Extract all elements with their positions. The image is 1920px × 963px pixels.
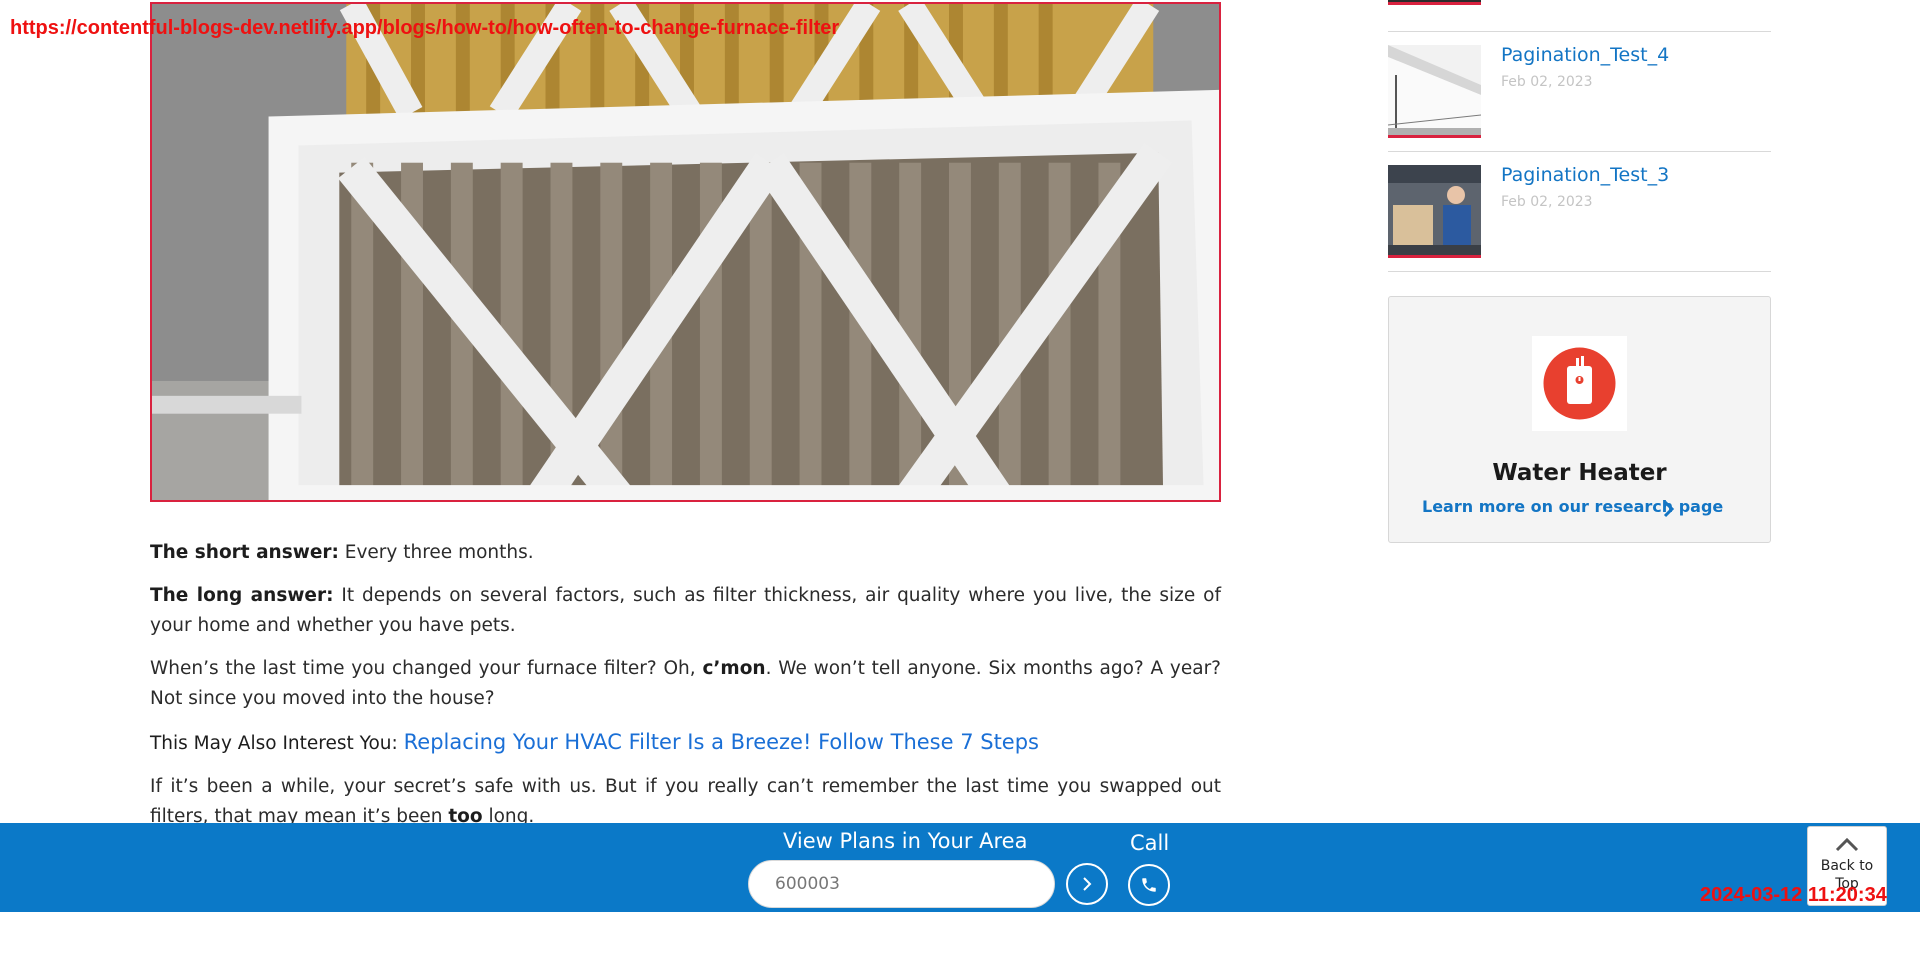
water-heater-icon [1532, 336, 1627, 431]
recent-post-item[interactable]: Pagination_Test_3 Feb 02, 2023 [1388, 152, 1771, 272]
promo-title: Water Heater [1492, 460, 1667, 486]
view-plans-heading: View Plans in Your Area [783, 829, 1028, 853]
url-overlay: https://contentful-blogs-dev.netlify.app… [10, 17, 840, 39]
recent-post-item[interactable] [1388, 0, 1771, 32]
submit-zip-button[interactable] [1066, 863, 1108, 905]
long-answer-paragraph: The long answer: It depends on several f… [150, 581, 1221, 641]
related-article-link[interactable]: Replacing Your HVAC Filter Is a Breeze! … [404, 730, 1039, 754]
recent-post-title[interactable]: Pagination_Test_4 [1501, 44, 1669, 66]
view-plans-bar: View Plans in Your Area Call [0, 823, 1920, 912]
zip-code-input[interactable] [748, 860, 1055, 908]
hero-image-furnace-filters [150, 2, 1221, 502]
chevron-up-icon [1835, 837, 1859, 852]
recent-post-item[interactable]: Pagination_Test_4 Feb 02, 2023 [1388, 32, 1771, 152]
call-button[interactable] [1128, 864, 1170, 906]
interest-label: This May Also Interest You: [150, 733, 404, 754]
short-answer-label: The short answer: [150, 542, 339, 563]
emphasis-text: c’mon [702, 658, 766, 679]
related-link-paragraph: This May Also Interest You: Replacing Yo… [150, 727, 1221, 759]
short-answer-paragraph: The short answer: Every three months. [150, 538, 1221, 568]
chevron-right-icon[interactable] [1660, 500, 1678, 518]
long-answer-label: The long answer: [150, 585, 334, 606]
chevron-right-icon [1083, 877, 1092, 891]
short-answer-text: Every three months. [338, 542, 534, 563]
paragraph-text: When’s the last time you changed your fu… [150, 658, 703, 679]
recent-post-thumbnail[interactable] [1388, 45, 1481, 138]
filter-question-paragraph: When’s the last time you changed your fu… [150, 654, 1221, 714]
timestamp-overlay: 2024-03-12 11:20:34 [1700, 884, 1887, 906]
water-heater-promo-card: Water Heater Learn more on our research … [1388, 296, 1771, 543]
paragraph-text: If it’s been a while, your secret’s safe… [150, 776, 1221, 827]
recent-post-thumbnail[interactable] [1388, 0, 1481, 5]
research-page-link[interactable]: Learn more on our research page [1422, 497, 1723, 516]
recent-post-date: Feb 02, 2023 [1501, 74, 1593, 90]
recent-post-date: Feb 02, 2023 [1501, 194, 1593, 210]
recent-post-title[interactable]: Pagination_Test_3 [1501, 164, 1669, 186]
recent-post-thumbnail[interactable] [1388, 165, 1481, 258]
call-label: Call [1130, 831, 1170, 855]
article-body: The short answer: Every three months. Th… [150, 538, 1221, 845]
phone-icon [1142, 878, 1156, 892]
